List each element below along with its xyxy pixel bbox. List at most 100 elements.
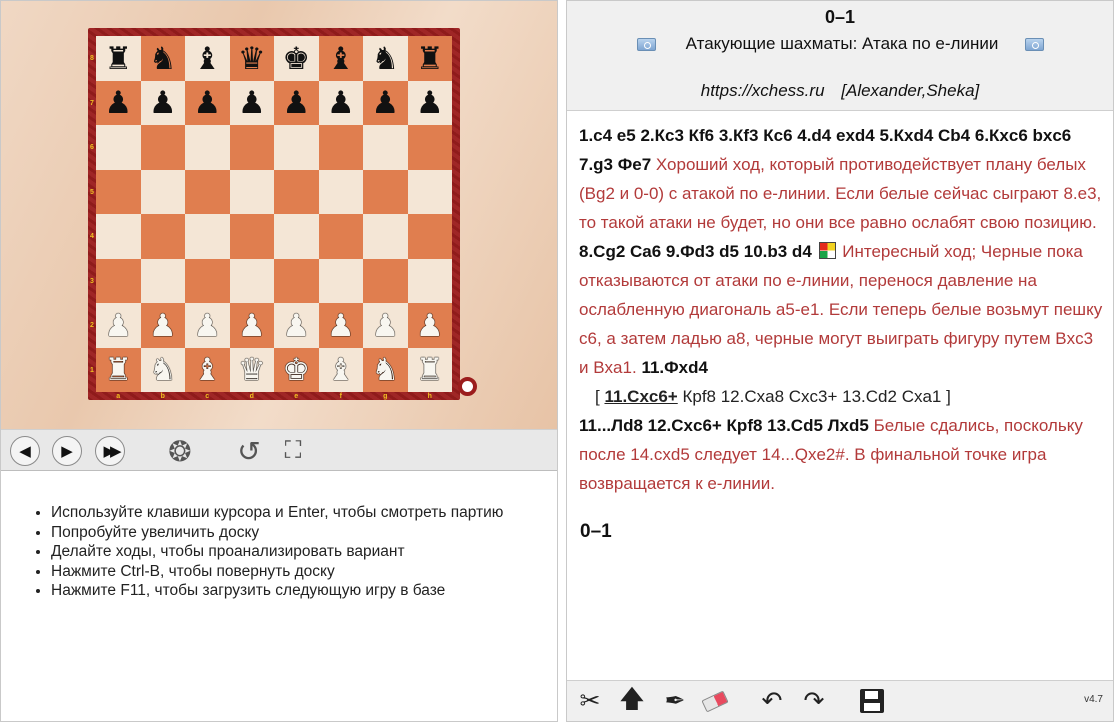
white-pawn-icon[interactable]: ♟ — [416, 310, 444, 341]
square-g8[interactable]: ♞ — [363, 36, 408, 81]
arrow-left-icon[interactable]: ◀ — [10, 436, 40, 466]
move-list[interactable]: 11.Фxd4 — [641, 358, 708, 377]
square-f6[interactable] — [318, 125, 363, 170]
square-h4[interactable] — [407, 214, 452, 259]
white-pawn-icon[interactable]: ♟ — [327, 310, 355, 341]
square-d3[interactable] — [229, 258, 274, 303]
white-queen-icon[interactable]: ♛ — [238, 354, 266, 385]
square-h5[interactable] — [407, 169, 452, 214]
square-a7[interactable]: ♟ — [96, 80, 141, 125]
black-knight-icon[interactable]: ♞ — [149, 43, 177, 74]
black-rook-icon[interactable]: ♜ — [104, 43, 132, 74]
square-h2[interactable]: ♟ — [407, 303, 452, 348]
square-e5[interactable] — [274, 169, 319, 214]
square-c7[interactable]: ♟ — [185, 80, 230, 125]
square-c1[interactable]: ♝ — [185, 347, 230, 392]
black-pawn-icon[interactable]: ♟ — [371, 87, 399, 118]
eraser-icon[interactable] — [700, 686, 730, 716]
square-h8[interactable]: ♜ — [407, 36, 452, 81]
board-resize-handle[interactable] — [458, 377, 477, 396]
white-king-icon[interactable]: ♚ — [282, 354, 310, 385]
square-h3[interactable] — [407, 258, 452, 303]
square-d5[interactable] — [229, 169, 274, 214]
move-list[interactable]: 11...Лd8 12.Сxc6+ Кpf8 13.Сd5 Лxd5 — [579, 416, 869, 435]
white-rook-icon[interactable]: ♜ — [416, 354, 444, 385]
move-list[interactable]: 8.Сg2 Сa6 9.Фd3 d5 10.b3 d4 — [579, 242, 812, 261]
square-g4[interactable] — [363, 214, 408, 259]
black-pawn-icon[interactable]: ♟ — [327, 87, 355, 118]
square-c4[interactable] — [185, 214, 230, 259]
black-pawn-icon[interactable]: ♟ — [193, 87, 221, 118]
square-b8[interactable]: ♞ — [140, 36, 185, 81]
variation-moves[interactable]: Кpf8 12.Сxa8 Сxc3+ 13.Сd2 Сxa1 — [682, 387, 941, 406]
fullscreen-icon[interactable]: ⛶ — [277, 435, 309, 467]
square-g3[interactable] — [363, 258, 408, 303]
square-c2[interactable]: ♟ — [185, 303, 230, 348]
square-b6[interactable] — [140, 125, 185, 170]
rotate-icon[interactable]: ↺ — [233, 435, 265, 467]
square-g2[interactable]: ♟ — [363, 303, 408, 348]
white-pawn-icon[interactable]: ♟ — [238, 310, 266, 341]
square-f1[interactable]: ♝ — [318, 347, 363, 392]
square-g5[interactable] — [363, 169, 408, 214]
fast-forward-icon[interactable]: ▶▶ — [95, 436, 125, 466]
square-h6[interactable] — [407, 125, 452, 170]
square-c5[interactable] — [185, 169, 230, 214]
white-pawn-icon[interactable]: ♟ — [104, 310, 132, 341]
square-a6[interactable] — [96, 125, 141, 170]
square-b2[interactable]: ♟ — [140, 303, 185, 348]
square-c8[interactable]: ♝ — [185, 36, 230, 81]
square-g7[interactable]: ♟ — [363, 80, 408, 125]
selected-move[interactable]: 11.Сxc6+ — [604, 387, 677, 406]
square-d6[interactable] — [229, 125, 274, 170]
cut-variation-icon[interactable]: ✂ — [575, 686, 605, 716]
square-e4[interactable] — [274, 214, 319, 259]
square-d8[interactable]: ♛ — [229, 36, 274, 81]
black-queen-icon[interactable]: ♛ — [238, 43, 266, 74]
square-d1[interactable]: ♛ — [229, 347, 274, 392]
square-a3[interactable] — [96, 258, 141, 303]
square-g6[interactable] — [363, 125, 408, 170]
black-pawn-icon[interactable]: ♟ — [104, 87, 132, 118]
white-bishop-icon[interactable]: ♝ — [327, 354, 355, 385]
square-e1[interactable]: ♚ — [274, 347, 319, 392]
square-b1[interactable]: ♞ — [140, 347, 185, 392]
promote-icon[interactable]: 🡅 — [617, 685, 647, 716]
save-icon[interactable] — [857, 686, 887, 716]
square-e2[interactable]: ♟ — [274, 303, 319, 348]
square-f2[interactable]: ♟ — [318, 303, 363, 348]
square-e8[interactable]: ♚ — [274, 36, 319, 81]
square-e3[interactable] — [274, 258, 319, 303]
square-e7[interactable]: ♟ — [274, 80, 319, 125]
white-knight-icon[interactable]: ♞ — [371, 354, 399, 385]
redo-icon[interactable]: ↷ — [799, 686, 829, 716]
film-reel-icon[interactable]: ❂ — [164, 435, 196, 467]
white-pawn-icon[interactable]: ♟ — [149, 310, 177, 341]
square-f8[interactable]: ♝ — [318, 36, 363, 81]
source-link[interactable]: https://xchess.ru — [701, 81, 825, 100]
square-f4[interactable] — [318, 214, 363, 259]
black-knight-icon[interactable]: ♞ — [371, 43, 399, 74]
square-a4[interactable] — [96, 214, 141, 259]
square-b7[interactable]: ♟ — [140, 80, 185, 125]
white-pawn-icon[interactable]: ♟ — [371, 310, 399, 341]
pen-icon[interactable]: ✒ — [660, 686, 690, 716]
square-a5[interactable] — [96, 169, 141, 214]
arrow-right-icon[interactable]: ▶ — [52, 436, 82, 466]
square-d2[interactable]: ♟ — [229, 303, 274, 348]
square-b3[interactable] — [140, 258, 185, 303]
square-h7[interactable]: ♟ — [407, 80, 452, 125]
black-bishop-icon[interactable]: ♝ — [193, 43, 221, 74]
square-f7[interactable]: ♟ — [318, 80, 363, 125]
white-knight-icon[interactable]: ♞ — [149, 354, 177, 385]
square-e6[interactable] — [274, 125, 319, 170]
square-f5[interactable] — [318, 169, 363, 214]
white-rook-icon[interactable]: ♜ — [104, 354, 132, 385]
square-a2[interactable]: ♟ — [96, 303, 141, 348]
black-pawn-icon[interactable]: ♟ — [149, 87, 177, 118]
black-pawn-icon[interactable]: ♟ — [416, 87, 444, 118]
black-bishop-icon[interactable]: ♝ — [327, 43, 355, 74]
white-pawn-icon[interactable]: ♟ — [282, 310, 310, 341]
black-rook-icon[interactable]: ♜ — [416, 43, 444, 74]
square-c6[interactable] — [185, 125, 230, 170]
